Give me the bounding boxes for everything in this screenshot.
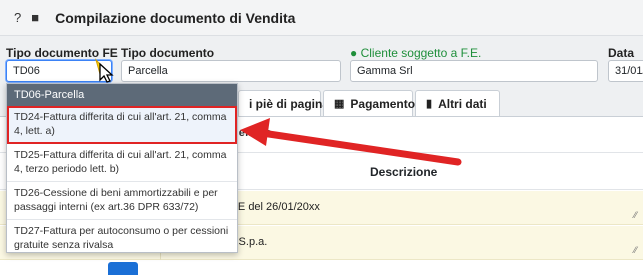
annotation-arrow [240,118,462,166]
mouse-cursor-icon [94,58,114,83]
